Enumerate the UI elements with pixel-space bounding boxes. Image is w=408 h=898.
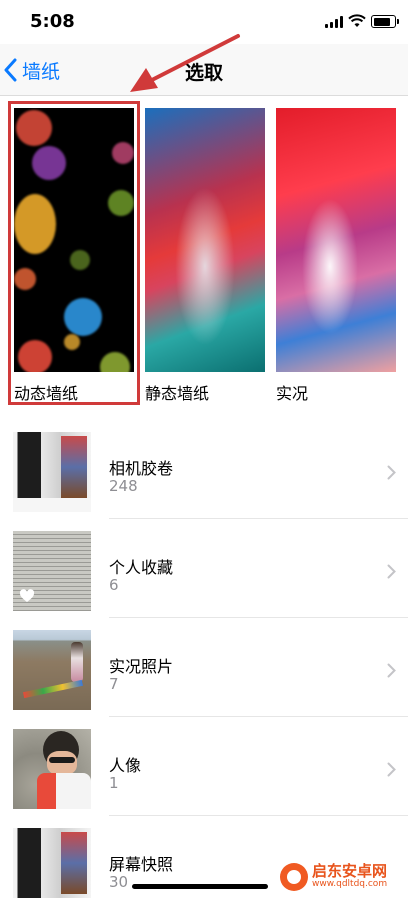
album-row-live-photos[interactable]: 实况照片 7 (0, 618, 408, 717)
album-list: 相机胶卷 248 个人收藏 6 实况照片 7 人像 1 屏幕快照 30 (0, 420, 408, 898)
album-count: 248 (109, 477, 138, 495)
navigation-bar: 墙纸 选取 (0, 44, 408, 96)
chevron-right-icon (387, 762, 396, 777)
album-name: 屏幕快照 (109, 855, 174, 874)
album-count: 6 (109, 576, 119, 594)
album-count: 7 (109, 675, 119, 693)
album-thumbnail (13, 432, 91, 512)
category-dynamic-wallpaper[interactable]: 动态墙纸 (14, 108, 134, 403)
chevron-right-icon (387, 564, 396, 579)
watermark-text: 启东安卓网 (312, 862, 388, 881)
cellular-signal-icon (325, 16, 343, 28)
category-live-wallpaper[interactable]: 实况 (276, 108, 396, 403)
wifi-icon (348, 14, 366, 27)
chevron-right-icon (387, 465, 396, 480)
watermark-url: www.qdltdq.com (312, 879, 388, 890)
album-row-favorites[interactable]: 个人收藏 6 (0, 519, 408, 618)
album-row-portrait[interactable]: 人像 1 (0, 717, 408, 816)
album-name: 相机胶卷 (109, 459, 174, 478)
album-name: 实况照片 (109, 657, 174, 676)
wallpaper-category-row: 动态墙纸 静态墙纸 实况 (0, 96, 408, 408)
album-row-camera-roll[interactable]: 相机胶卷 248 (0, 420, 408, 519)
album-name: 个人收藏 (109, 558, 174, 577)
heart-icon (19, 589, 35, 602)
album-name: 人像 (109, 756, 142, 775)
album-count: 30 (109, 873, 129, 891)
album-thumbnail (13, 630, 91, 710)
site-watermark: 启东安卓网 www.qdltdq.com (280, 860, 406, 894)
home-indicator[interactable] (132, 884, 268, 889)
status-time: 5:08 (30, 11, 75, 32)
live-wallpaper-thumbnail (276, 108, 396, 372)
still-wallpaper-thumbnail (145, 108, 265, 372)
album-count: 1 (109, 774, 119, 792)
category-label: 实况 (276, 384, 309, 403)
category-label: 动态墙纸 (14, 384, 79, 403)
album-thumbnail (13, 729, 91, 809)
category-still-wallpaper[interactable]: 静态墙纸 (145, 108, 265, 403)
status-bar: 5:08 (0, 0, 408, 44)
chevron-right-icon (387, 663, 396, 678)
category-label: 静态墙纸 (145, 384, 210, 403)
album-thumbnail (13, 828, 91, 898)
page-title: 选取 (184, 62, 223, 84)
watermark-logo-icon (280, 863, 308, 891)
dynamic-wallpaper-thumbnail (14, 108, 134, 372)
battery-icon (371, 15, 399, 28)
album-thumbnail (13, 531, 91, 611)
